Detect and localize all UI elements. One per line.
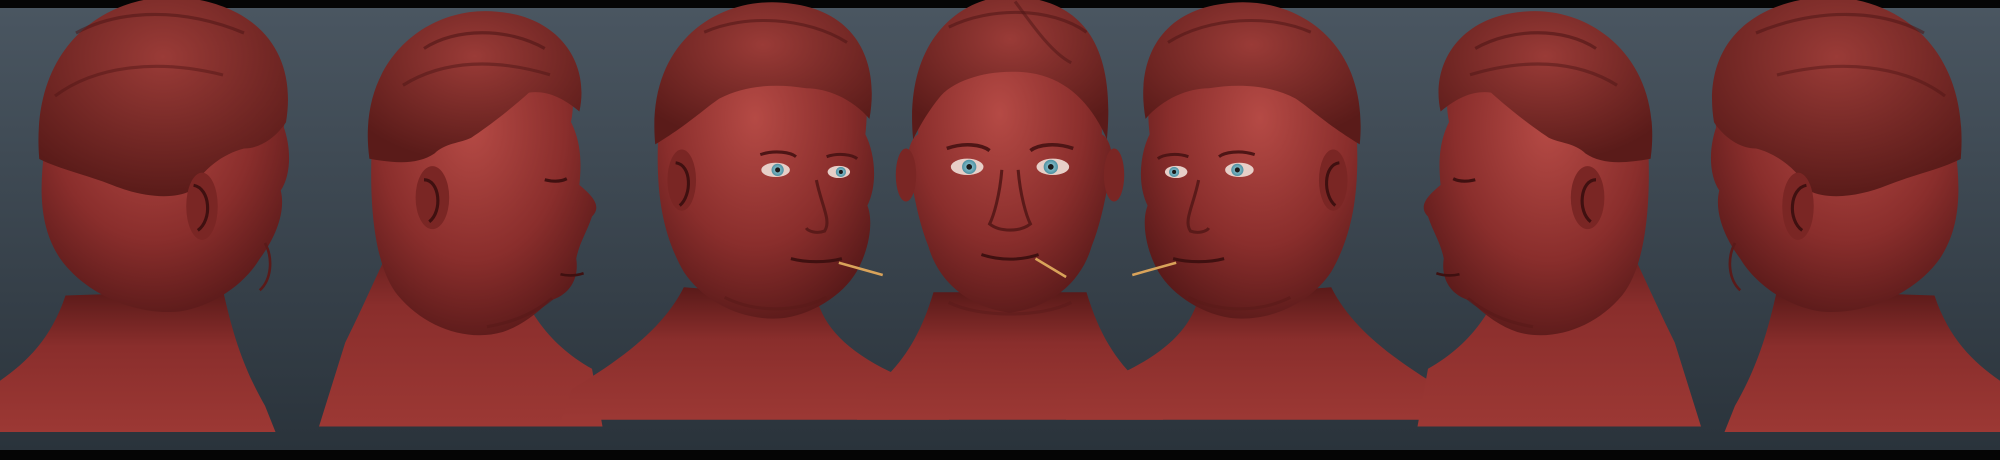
render-canvas bbox=[0, 0, 2000, 460]
sculpt-turnaround-render bbox=[0, 0, 2000, 460]
bottom-letterbox bbox=[0, 452, 2000, 460]
